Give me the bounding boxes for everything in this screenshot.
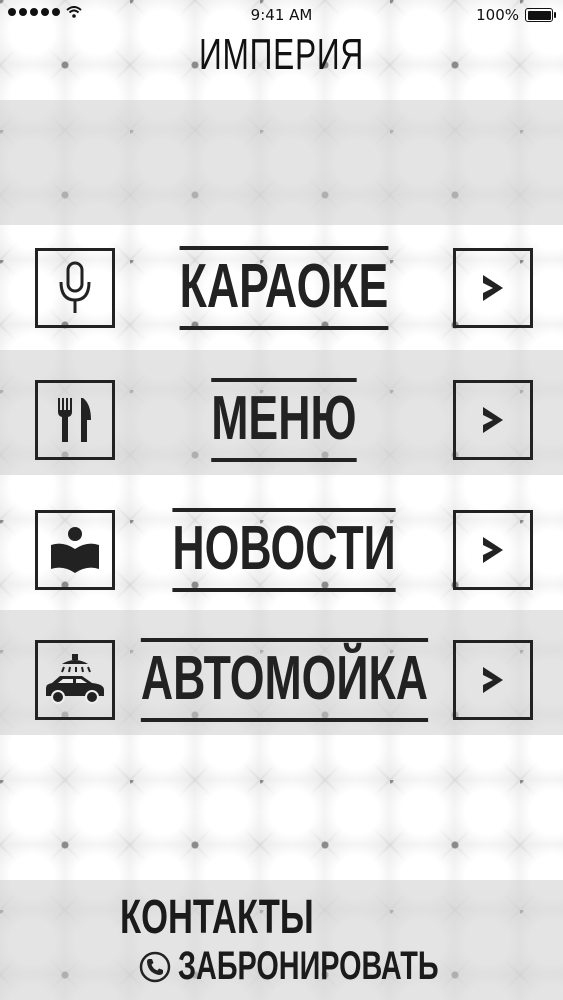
app-title: ИМПЕРИЯ: [199, 30, 364, 79]
menu-item-menu[interactable]: МЕНЮ: [0, 378, 563, 490]
microphone-icon: [59, 261, 91, 313]
menu-item-news[interactable]: НОВОСТИ: [0, 508, 563, 620]
chevron-button[interactable]: [453, 380, 533, 460]
fork-knife-icon: [58, 398, 91, 442]
chevron-right-icon: [483, 275, 503, 301]
battery-percent: 100%: [476, 6, 519, 24]
chevron-right-icon: [483, 667, 503, 693]
chevron-button[interactable]: [453, 640, 533, 720]
reading-icon: [51, 527, 99, 573]
icon-frame: [35, 248, 115, 328]
contacts-link[interactable]: КОНТАКТЫ: [120, 890, 314, 945]
menu-label: КАРАОКЕ: [179, 246, 389, 330]
icon-frame: [35, 380, 115, 460]
menu-item-karaoke[interactable]: КАРАОКЕ: [0, 246, 563, 358]
car-wash-icon: [46, 654, 104, 704]
phone-icon: [139, 951, 171, 982]
icon-frame: [35, 640, 115, 720]
chevron-button[interactable]: [453, 510, 533, 590]
chevron-right-icon: [483, 537, 503, 563]
battery-icon: [525, 8, 556, 22]
menu-label: НОВОСТИ: [172, 508, 396, 592]
book-label: ЗАБРОНИРОВАТЬ: [178, 944, 439, 988]
status-bar: 9:41 AM 100%: [0, 0, 563, 30]
chevron-right-icon: [483, 407, 503, 433]
band: [0, 100, 563, 225]
menu-label: АВТОМОЙКА: [140, 638, 428, 722]
book-button[interactable]: ЗАБРОНИРОВАТЬ: [138, 944, 540, 989]
icon-frame: [35, 510, 115, 590]
menu-item-car-wash[interactable]: АВТОМОЙКА: [0, 638, 563, 750]
chevron-button[interactable]: [453, 248, 533, 328]
menu-label: МЕНЮ: [211, 378, 357, 462]
